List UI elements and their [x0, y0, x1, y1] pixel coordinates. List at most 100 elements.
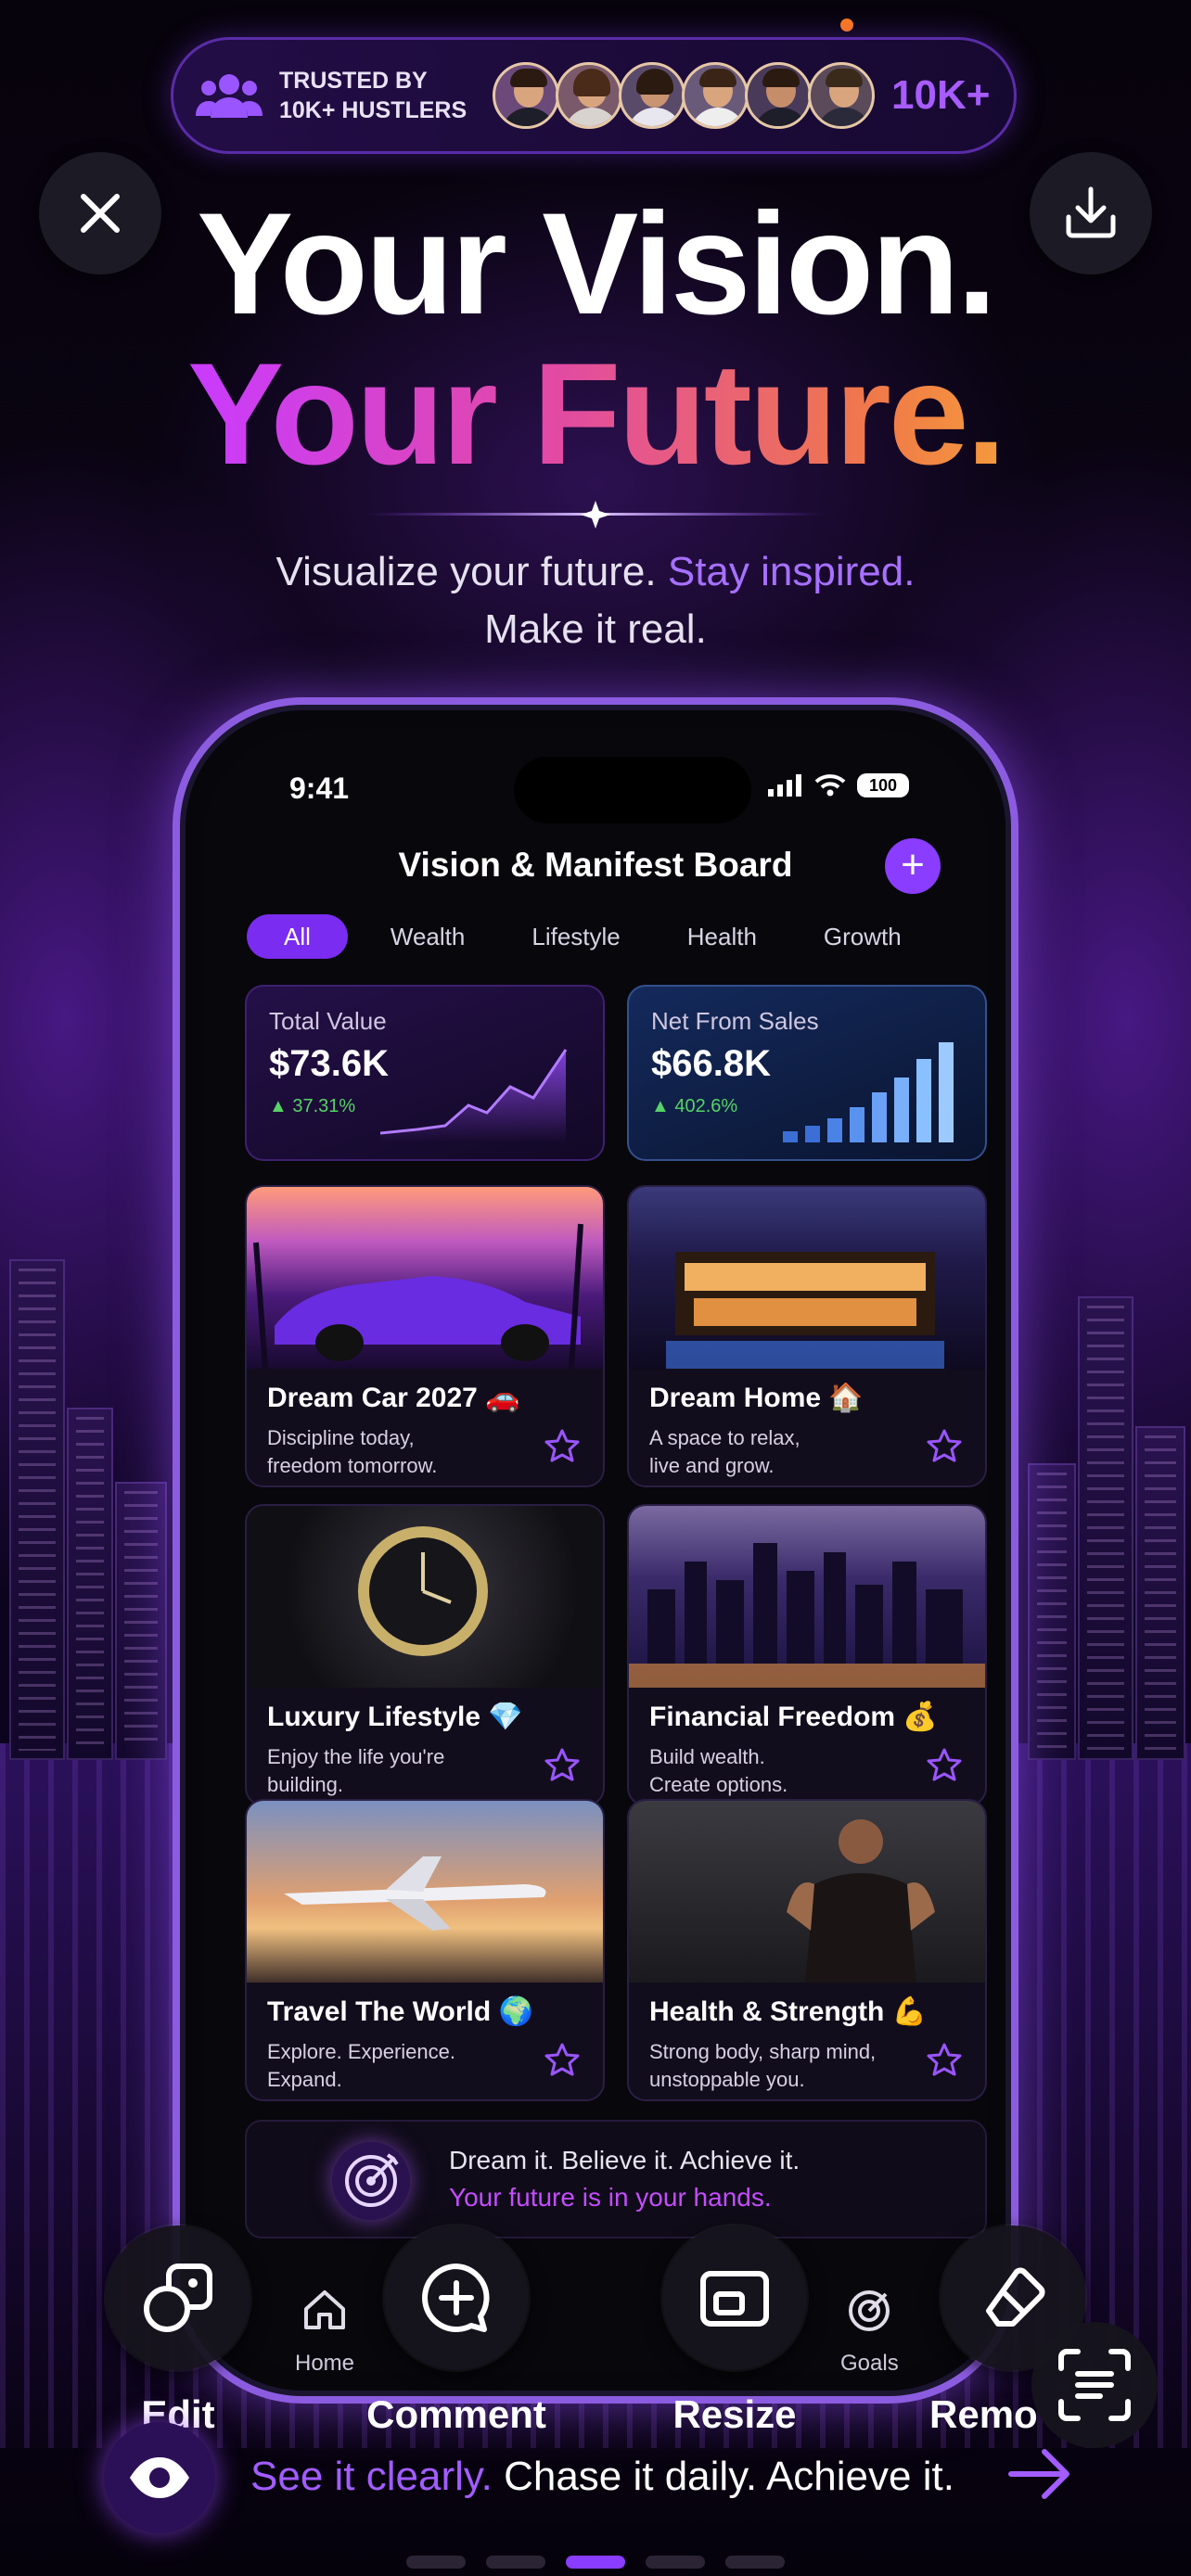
signal-icon — [768, 774, 801, 797]
quote-line1: Dream it. Believe it. Achieve it. — [449, 2146, 800, 2174]
star-icon[interactable] — [544, 1428, 581, 1465]
tab-all[interactable]: All — [247, 914, 348, 959]
star-icon[interactable] — [926, 2042, 963, 2079]
eraser-icon — [986, 2267, 1045, 2327]
resize-icon — [700, 2271, 769, 2327]
vision-card-dream-home[interactable]: Dream Home 🏠 A space to relax, live and g… — [627, 1185, 987, 1487]
vision-card-luxury-lifestyle[interactable]: Luxury Lifestyle 💎 Enjoy the life you're… — [245, 1504, 605, 1806]
page-dot-active[interactable] — [566, 2556, 625, 2569]
card-title: Dream Car 2027 🚗 — [267, 1383, 520, 1413]
gym-image — [629, 1801, 985, 1983]
text-scan-button[interactable] — [1031, 2322, 1158, 2448]
watch-image — [247, 1506, 603, 1688]
trust-banner: TRUSTED BY 10K+ HUSTLERS 10K+ — [171, 37, 1017, 154]
stat-label: Total Value — [269, 1007, 387, 1035]
recording-indicator — [840, 19, 853, 32]
trust-count: 10K+ — [891, 72, 991, 118]
page-dot[interactable] — [646, 2556, 705, 2569]
avatar — [682, 62, 749, 129]
home-image — [629, 1187, 985, 1369]
hero-subtitle-line2: Make it real. — [484, 606, 707, 652]
wifi-icon — [814, 774, 846, 797]
tagline: See it clearly. Chase it daily. Achieve … — [250, 2454, 954, 2500]
stat-card-net-sales[interactable]: Net From Sales $66.8K ▲ 402.6% — [627, 985, 987, 1161]
skyline-right — [1020, 1204, 1191, 1760]
eye-icon — [130, 2457, 189, 2498]
vision-card-health[interactable]: Health & Strength 💪 Strong body, sharp m… — [627, 1799, 987, 2101]
page-dot[interactable] — [486, 2556, 545, 2569]
dynamic-island — [514, 757, 751, 823]
hero-subtitle-line1: Visualize your future. Stay inspired. — [0, 549, 1191, 595]
card-title: Health & Strength 💪 — [649, 1996, 928, 2027]
avatar-group — [493, 62, 875, 129]
tab-goals-label: Goals — [840, 2351, 899, 2372]
avatar — [493, 62, 559, 129]
stat-label: Net From Sales — [651, 1007, 819, 1035]
plane-image — [247, 1801, 603, 1983]
arrow-right-icon — [1008, 2449, 1069, 2499]
page-dot[interactable] — [725, 2556, 785, 2569]
hero-title-line1: Your Vision. — [197, 184, 997, 345]
page-dot[interactable] — [406, 2556, 466, 2569]
vision-card-financial-freedom[interactable]: Financial Freedom 💰 Build wealth. Create … — [627, 1504, 987, 1806]
trust-line1: TRUSTED BY — [279, 68, 428, 94]
battery-indicator: 100 — [857, 773, 909, 797]
stat-card-total-value[interactable]: Total Value $73.6K ▲ 37.31% — [245, 985, 605, 1161]
star-icon[interactable] — [544, 2042, 581, 2079]
sparkle-divider — [364, 501, 827, 529]
target-icon — [332, 2142, 410, 2220]
status-indicators: 100 — [768, 773, 909, 797]
card-description: Strong body, sharp mind, unstoppable you. — [649, 2040, 877, 2091]
hero-title-line2: Your Future. — [0, 336, 1191, 493]
vision-card-dream-car[interactable]: Dream Car 2027 🚗 Discipline today, freedo… — [245, 1185, 605, 1487]
tab-wealth[interactable]: Wealth — [357, 914, 498, 959]
home-icon — [304, 2290, 346, 2329]
area-sparkline — [380, 1049, 568, 1142]
star-icon[interactable] — [544, 1747, 581, 1784]
phone-mockup: 9:41 100 Vision & Manifest Board + All W… — [173, 697, 1018, 2404]
tagline-rest: Chase it daily. Achieve it. — [492, 2454, 954, 2499]
vision-card-travel[interactable]: Travel The World 🌍 Explore. Experience. E… — [245, 1799, 605, 2101]
hero-title-gradient: Your Future. — [187, 334, 1006, 495]
tab-goals[interactable]: Goals — [840, 2283, 899, 2372]
star-icon[interactable] — [926, 1747, 963, 1784]
avatar — [556, 62, 622, 129]
avatar — [619, 62, 685, 129]
eye-badge — [104, 2422, 215, 2533]
trust-text: TRUSTED BY 10K+ HUSTLERS — [279, 66, 483, 125]
resize-button[interactable] — [662, 2225, 807, 2370]
card-description: Enjoy the life you're building. — [267, 1745, 445, 1796]
car-image — [247, 1187, 603, 1370]
tagline-accent: See it clearly. — [250, 2454, 493, 2499]
edit-shapes-icon — [144, 2264, 212, 2332]
card-title: Travel The World 🌍 — [267, 1996, 533, 2027]
tab-lifestyle[interactable]: Lifestyle — [498, 914, 653, 959]
edit-button[interactable] — [106, 2225, 250, 2370]
page-indicator — [0, 2556, 1191, 2569]
subtitle-text: Visualize your future. — [275, 549, 657, 594]
motivation-banner: Dream it. Believe it. Achieve it. Your f… — [245, 2120, 987, 2238]
card-title: Dream Home 🏠 — [649, 1383, 864, 1413]
quote-line2: Your future is in your hands. — [449, 2183, 772, 2212]
tab-home-label: Home — [295, 2351, 355, 2372]
add-button[interactable]: + — [885, 838, 941, 894]
comment-button[interactable] — [384, 2225, 529, 2370]
tab-home[interactable]: Home — [295, 2283, 354, 2372]
people-icon — [196, 74, 263, 118]
avatar — [808, 62, 875, 129]
live-text-icon — [1058, 2349, 1131, 2421]
comment-label: Comment — [366, 2392, 546, 2436]
card-description: Discipline today, freedom tomorrow. — [267, 1426, 438, 1477]
filter-tabs: All Wealth Lifestyle Health Growth — [247, 914, 935, 959]
tab-health[interactable]: Health — [654, 914, 790, 959]
comment-add-icon — [422, 2264, 490, 2332]
card-description: A space to relax, live and grow. — [649, 1426, 800, 1477]
goals-icon — [849, 2290, 890, 2331]
tab-growth[interactable]: Growth — [790, 914, 935, 959]
subtitle-accent: Stay inspired. — [667, 549, 916, 594]
avatar — [745, 62, 812, 129]
resize-label: Resize — [672, 2392, 797, 2436]
star-icon[interactable] — [926, 1428, 963, 1465]
city-image — [629, 1506, 985, 1688]
card-title: Financial Freedom 💰 — [649, 1702, 938, 1732]
